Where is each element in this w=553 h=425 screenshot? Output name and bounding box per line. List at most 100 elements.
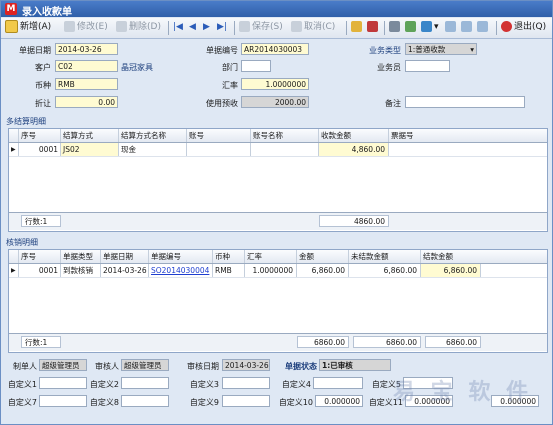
custom10-field[interactable]: 0.000000 bbox=[315, 395, 363, 407]
status-label: 单据状态 bbox=[285, 362, 317, 371]
staff-label: 业务员 bbox=[377, 63, 401, 72]
row-pointer-icon: ▶ bbox=[9, 264, 19, 277]
doc-no-link[interactable]: SO2014030004 bbox=[149, 264, 213, 277]
attach-icon bbox=[445, 21, 456, 32]
last-record-button[interactable]: ▶| bbox=[217, 20, 227, 35]
cancel-icon bbox=[291, 21, 302, 32]
col-amount: 金额 bbox=[297, 250, 349, 263]
unaudit-icon bbox=[367, 21, 378, 32]
col-seq: 序号 bbox=[19, 129, 61, 142]
currency-field[interactable]: RMB bbox=[55, 78, 118, 90]
verify-row-count: 行数:1 bbox=[21, 336, 61, 348]
unaudit-button[interactable] bbox=[367, 20, 380, 35]
print-icon bbox=[389, 21, 400, 32]
doc-no-field[interactable]: AR2014030003 bbox=[241, 43, 309, 55]
chevron-down-icon: ▾ bbox=[470, 45, 474, 54]
col-seq: 序号 bbox=[19, 250, 61, 263]
col-amount: 收款金额 bbox=[319, 129, 389, 142]
discount-field[interactable]: 0.00 bbox=[55, 96, 118, 108]
customer-name: 晶冠家具 bbox=[121, 63, 153, 72]
maker-label: 制单人 bbox=[13, 362, 37, 371]
col-rate: 汇率 bbox=[245, 250, 297, 263]
audit-date-label: 审核日期 bbox=[187, 362, 219, 371]
prev-record-button[interactable]: ◀ bbox=[189, 20, 196, 35]
settings-button[interactable] bbox=[477, 20, 490, 35]
gear-icon bbox=[477, 21, 488, 32]
dept-field[interactable] bbox=[241, 60, 271, 72]
print-button[interactable] bbox=[389, 20, 402, 35]
settle-grid: 序号 结算方式 结算方式名称 账号 账号名称 收款金额 票据号 ▶ 0001 J… bbox=[8, 128, 548, 232]
help-button[interactable] bbox=[461, 20, 474, 35]
col-bill-no: 票据号 bbox=[391, 131, 414, 140]
receipt-window: M 录入收款单 新增(A) 修改(E) 删除(D) |◀ ◀ ▶ ▶| 保存(S… bbox=[0, 0, 553, 425]
preview-icon bbox=[405, 21, 416, 32]
custom4-label: 自定义4 bbox=[281, 380, 311, 389]
date-field[interactable]: 2014-03-26 bbox=[55, 43, 118, 55]
watermark-logo: 易 宝 软 件 bbox=[393, 380, 532, 405]
custom2-field[interactable] bbox=[121, 377, 169, 389]
rate-label: 汇率 bbox=[222, 81, 238, 90]
save-button[interactable]: 保存(S) bbox=[239, 20, 283, 35]
table-row[interactable]: ▶ 0001 JS02 现金 4,860.00 bbox=[9, 143, 547, 157]
staff-field[interactable] bbox=[405, 60, 450, 72]
col-settle-name: 结算方式名称 bbox=[119, 129, 187, 142]
custom3-field[interactable] bbox=[222, 377, 270, 389]
cancel-button[interactable]: 取消(C) bbox=[291, 20, 335, 35]
export-button[interactable]: ▾ bbox=[421, 20, 439, 35]
verify-grid: 序号 单据类型 单据日期 单据编号 币种 汇率 金额 未结款金额 结款金额 ▶ … bbox=[8, 249, 548, 353]
custom1-label: 自定义1 bbox=[7, 380, 37, 389]
col-paid: 结款金额 bbox=[423, 252, 453, 261]
delete-button[interactable]: 删除(D) bbox=[116, 20, 161, 35]
remark-label: 备注 bbox=[385, 99, 401, 108]
verify-footer: 行数:1 6860.00 6860.00 6860.00 bbox=[9, 333, 547, 351]
app-logo-icon: M bbox=[5, 3, 17, 15]
custom4-field[interactable] bbox=[313, 377, 363, 389]
customer-field[interactable]: C02 bbox=[55, 60, 118, 72]
exit-icon bbox=[501, 21, 512, 32]
audit-date-field: 2014-03-26 bbox=[222, 359, 270, 371]
new-button[interactable]: 新增(A) bbox=[5, 20, 51, 35]
prepay-label: 使用预收 bbox=[206, 99, 238, 108]
custom9-field[interactable] bbox=[222, 395, 270, 407]
row-pointer-icon: ▶ bbox=[9, 143, 19, 156]
maker-field: 超级管理员 bbox=[39, 359, 87, 371]
doc-no-label: 单据编号 bbox=[206, 46, 238, 55]
remark-field[interactable] bbox=[405, 96, 525, 108]
export-icon bbox=[421, 21, 432, 32]
verify-total-amount: 6860.00 bbox=[297, 336, 349, 348]
biztype-select[interactable]: 1:普通收款 ▾ bbox=[405, 43, 477, 55]
edit-icon bbox=[64, 21, 75, 32]
custom10-label: 自定义10 bbox=[278, 398, 313, 407]
exit-button[interactable]: 退出(Q) bbox=[501, 20, 546, 35]
custom1-field[interactable] bbox=[39, 377, 87, 389]
table-row[interactable]: ▶ 0001 到款核销 2014-03-26 SO2014030004 RMB … bbox=[9, 264, 547, 278]
custom8-field[interactable] bbox=[121, 395, 169, 407]
next-record-button[interactable]: ▶ bbox=[203, 20, 210, 35]
delete-icon bbox=[116, 21, 127, 32]
custom7-field[interactable] bbox=[39, 395, 87, 407]
auditor-label: 审核人 bbox=[95, 362, 119, 371]
attach-button[interactable] bbox=[445, 20, 458, 35]
settle-footer: 行数:1 4860.00 bbox=[9, 212, 547, 230]
audit-button[interactable] bbox=[351, 20, 364, 35]
title-bar: M 录入收款单 bbox=[1, 1, 552, 18]
first-record-button[interactable]: |◀ bbox=[173, 20, 183, 35]
col-acct-name: 账号名称 bbox=[251, 129, 319, 142]
rate-field[interactable]: 1.0000000 bbox=[241, 78, 309, 90]
prepay-field[interactable]: 2000.00 bbox=[241, 96, 309, 108]
col-doc-type: 单据类型 bbox=[61, 250, 101, 263]
date-label: 单据日期 bbox=[19, 46, 51, 55]
custom9-label: 自定义9 bbox=[189, 398, 219, 407]
settle-row-count: 行数:1 bbox=[21, 215, 61, 227]
col-doc-no: 单据编号 bbox=[149, 250, 213, 263]
verify-total-unpaid: 6860.00 bbox=[353, 336, 421, 348]
toolbar-separator bbox=[234, 21, 235, 35]
col-unpaid: 未结款金额 bbox=[349, 250, 421, 263]
toolbar-separator bbox=[346, 21, 347, 35]
status-badge: 1:已审核 bbox=[319, 359, 391, 371]
edit-button[interactable]: 修改(E) bbox=[64, 20, 108, 35]
col-currency: 币种 bbox=[213, 250, 245, 263]
currency-label: 币种 bbox=[35, 81, 51, 90]
save-icon bbox=[239, 21, 250, 32]
preview-button[interactable] bbox=[405, 20, 418, 35]
